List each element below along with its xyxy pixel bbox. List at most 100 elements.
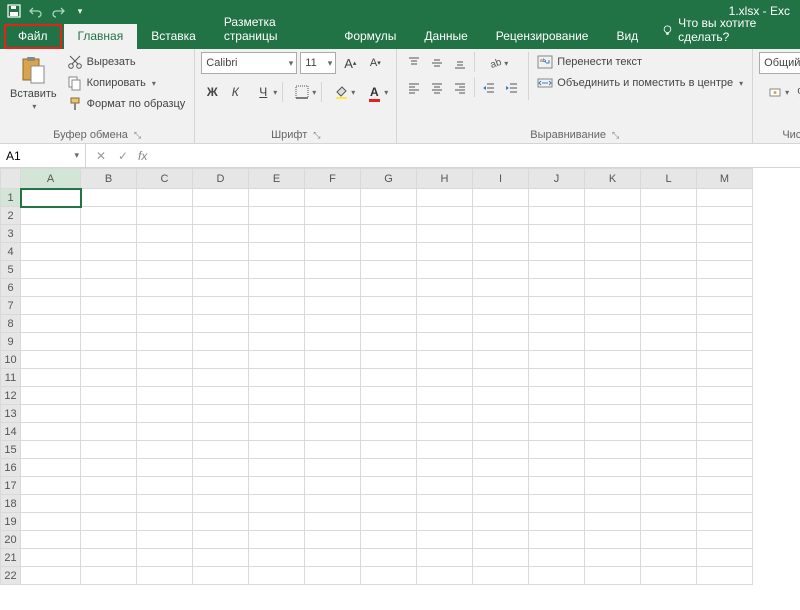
cell-A17[interactable] xyxy=(21,477,81,495)
cell-G5[interactable] xyxy=(361,261,417,279)
cell-A9[interactable] xyxy=(21,333,81,351)
cell-J20[interactable] xyxy=(529,531,585,549)
row-header-8[interactable]: 8 xyxy=(1,315,21,333)
cell-L8[interactable] xyxy=(641,315,697,333)
cell-L12[interactable] xyxy=(641,387,697,405)
column-header-M[interactable]: M xyxy=(697,169,753,189)
cell-D8[interactable] xyxy=(193,315,249,333)
cell-H16[interactable] xyxy=(417,459,473,477)
row-header-2[interactable]: 2 xyxy=(1,207,21,225)
cell-B20[interactable] xyxy=(81,531,137,549)
cell-H6[interactable] xyxy=(417,279,473,297)
cell-A10[interactable] xyxy=(21,351,81,369)
row-header-1[interactable]: 1 xyxy=(1,189,21,207)
cell-B15[interactable] xyxy=(81,441,137,459)
align-bottom-icon[interactable] xyxy=(449,52,471,74)
cell-F7[interactable] xyxy=(305,297,361,315)
cell-H21[interactable] xyxy=(417,549,473,567)
cell-F3[interactable] xyxy=(305,225,361,243)
cell-L9[interactable] xyxy=(641,333,697,351)
cell-L22[interactable] xyxy=(641,567,697,585)
cell-D15[interactable] xyxy=(193,441,249,459)
cell-M16[interactable] xyxy=(697,459,753,477)
row-header-3[interactable]: 3 xyxy=(1,225,21,243)
cell-C1[interactable] xyxy=(137,189,193,207)
cell-A15[interactable] xyxy=(21,441,81,459)
column-header-J[interactable]: J xyxy=(529,169,585,189)
row-header-7[interactable]: 7 xyxy=(1,297,21,315)
cut-button[interactable]: Вырезать xyxy=(64,52,189,72)
cell-I19[interactable] xyxy=(473,513,529,531)
cell-L4[interactable] xyxy=(641,243,697,261)
cell-G19[interactable] xyxy=(361,513,417,531)
cell-E8[interactable] xyxy=(249,315,305,333)
cell-A21[interactable] xyxy=(21,549,81,567)
cell-I21[interactable] xyxy=(473,549,529,567)
cell-D14[interactable] xyxy=(193,423,249,441)
column-header-B[interactable]: B xyxy=(81,169,137,189)
cell-G7[interactable] xyxy=(361,297,417,315)
cell-C16[interactable] xyxy=(137,459,193,477)
cell-K14[interactable] xyxy=(585,423,641,441)
cell-D4[interactable] xyxy=(193,243,249,261)
cell-G16[interactable] xyxy=(361,459,417,477)
font-launcher-icon[interactable]: ⤡ xyxy=(313,130,320,141)
cell-C20[interactable] xyxy=(137,531,193,549)
cell-E20[interactable] xyxy=(249,531,305,549)
cell-L7[interactable] xyxy=(641,297,697,315)
cell-E7[interactable] xyxy=(249,297,305,315)
row-header-22[interactable]: 22 xyxy=(1,567,21,585)
cell-A18[interactable] xyxy=(21,495,81,513)
cell-K12[interactable] xyxy=(585,387,641,405)
cell-M5[interactable] xyxy=(697,261,753,279)
cell-F16[interactable] xyxy=(305,459,361,477)
cell-F9[interactable] xyxy=(305,333,361,351)
cell-M12[interactable] xyxy=(697,387,753,405)
cell-H2[interactable] xyxy=(417,207,473,225)
cell-G1[interactable] xyxy=(361,189,417,207)
cell-E18[interactable] xyxy=(249,495,305,513)
cell-B10[interactable] xyxy=(81,351,137,369)
decrease-indent-icon[interactable] xyxy=(478,77,500,99)
cell-H18[interactable] xyxy=(417,495,473,513)
cell-J17[interactable] xyxy=(529,477,585,495)
cell-G10[interactable] xyxy=(361,351,417,369)
cell-K19[interactable] xyxy=(585,513,641,531)
cell-K3[interactable] xyxy=(585,225,641,243)
cell-J14[interactable] xyxy=(529,423,585,441)
cell-A22[interactable] xyxy=(21,567,81,585)
tab-view[interactable]: Вид xyxy=(602,24,652,49)
cell-J15[interactable] xyxy=(529,441,585,459)
cell-I22[interactable] xyxy=(473,567,529,585)
cell-L6[interactable] xyxy=(641,279,697,297)
cell-A6[interactable] xyxy=(21,279,81,297)
cell-G15[interactable] xyxy=(361,441,417,459)
cell-M2[interactable] xyxy=(697,207,753,225)
cell-M7[interactable] xyxy=(697,297,753,315)
tab-file[interactable]: Файл xyxy=(4,24,62,49)
cell-J8[interactable] xyxy=(529,315,585,333)
cell-J16[interactable] xyxy=(529,459,585,477)
cell-E13[interactable] xyxy=(249,405,305,423)
cell-J10[interactable] xyxy=(529,351,585,369)
row-header-19[interactable]: 19 xyxy=(1,513,21,531)
cell-D16[interactable] xyxy=(193,459,249,477)
cell-A8[interactable] xyxy=(21,315,81,333)
cell-H10[interactable] xyxy=(417,351,473,369)
cell-E21[interactable] xyxy=(249,549,305,567)
column-header-C[interactable]: C xyxy=(137,169,193,189)
column-header-G[interactable]: G xyxy=(361,169,417,189)
cell-I16[interactable] xyxy=(473,459,529,477)
cell-D10[interactable] xyxy=(193,351,249,369)
cell-A1[interactable] xyxy=(21,189,81,207)
cell-I2[interactable] xyxy=(473,207,529,225)
cell-B9[interactable] xyxy=(81,333,137,351)
row-header-13[interactable]: 13 xyxy=(1,405,21,423)
cell-H22[interactable] xyxy=(417,567,473,585)
cell-I4[interactable] xyxy=(473,243,529,261)
cell-I14[interactable] xyxy=(473,423,529,441)
column-header-I[interactable]: I xyxy=(473,169,529,189)
cell-I8[interactable] xyxy=(473,315,529,333)
cell-J13[interactable] xyxy=(529,405,585,423)
alignment-launcher-icon[interactable]: ⤡ xyxy=(612,130,619,141)
